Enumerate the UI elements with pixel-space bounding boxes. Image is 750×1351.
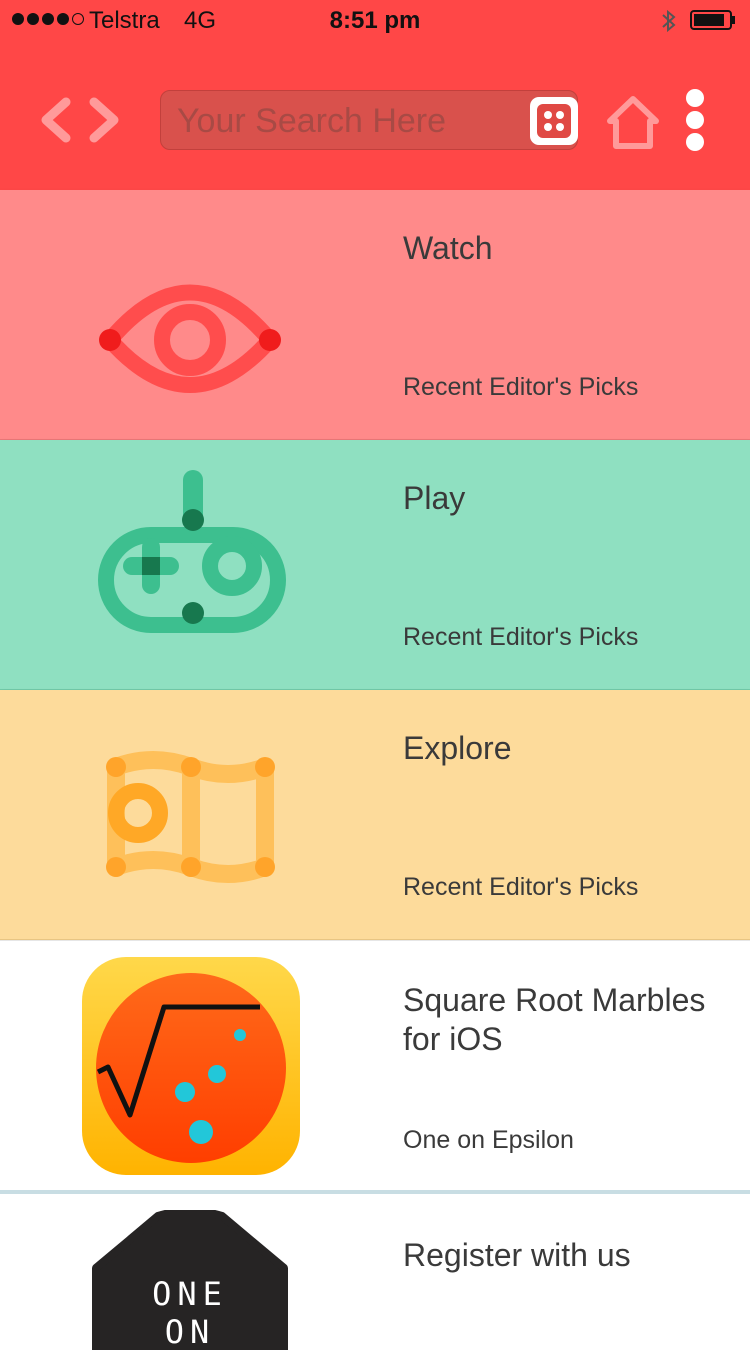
- status-bar: Telstra 4G 8:51 pm: [0, 0, 750, 40]
- logo-line-two: ON: [164, 1313, 216, 1351]
- category-title: Play: [403, 480, 466, 516]
- app-item-square-root-marbles[interactable]: Square Root Marbles for iOS One on Epsil…: [0, 940, 750, 1191]
- grid-icon: [537, 104, 571, 138]
- app-header: Telstra 4G 8:51 pm: [0, 0, 750, 190]
- logo-line-one: ONE: [152, 1275, 228, 1313]
- battery-icon: [690, 10, 735, 30]
- eye-icon: [99, 284, 281, 393]
- square-root-marbles-app-icon: [82, 957, 300, 1175]
- register-item[interactable]: ONE ON Register with us: [0, 1190, 750, 1350]
- more-options-icon[interactable]: [682, 88, 708, 152]
- app-developer: One on Epsilon: [403, 1126, 574, 1154]
- bluetooth-icon: [662, 9, 676, 33]
- category-subtitle: Recent Editor's Picks: [403, 373, 639, 401]
- grid-button[interactable]: [530, 97, 578, 145]
- category-title: Explore: [403, 730, 512, 766]
- one-on-epsilon-logo: ONE ON: [90, 1210, 290, 1350]
- category-title: Watch: [403, 230, 493, 266]
- back-forward-icon[interactable]: [38, 96, 122, 144]
- app-title: Square Root Marbles for iOS: [403, 982, 706, 1057]
- search-bar[interactable]: [160, 90, 578, 151]
- category-explore[interactable]: Explore Recent Editor's Picks: [0, 690, 750, 940]
- category-watch[interactable]: Watch Recent Editor's Picks: [0, 190, 750, 440]
- category-subtitle: Recent Editor's Picks: [403, 623, 639, 651]
- status-time: 8:51 pm: [329, 7, 421, 34]
- map-icon: [106, 751, 275, 883]
- register-title: Register with us: [403, 1237, 631, 1273]
- gamepad-icon: [98, 470, 286, 633]
- category-subtitle: Recent Editor's Picks: [403, 873, 639, 901]
- search-input[interactable]: [175, 91, 529, 151]
- category-play[interactable]: Play Recent Editor's Picks: [0, 440, 750, 690]
- home-icon[interactable]: [604, 94, 662, 150]
